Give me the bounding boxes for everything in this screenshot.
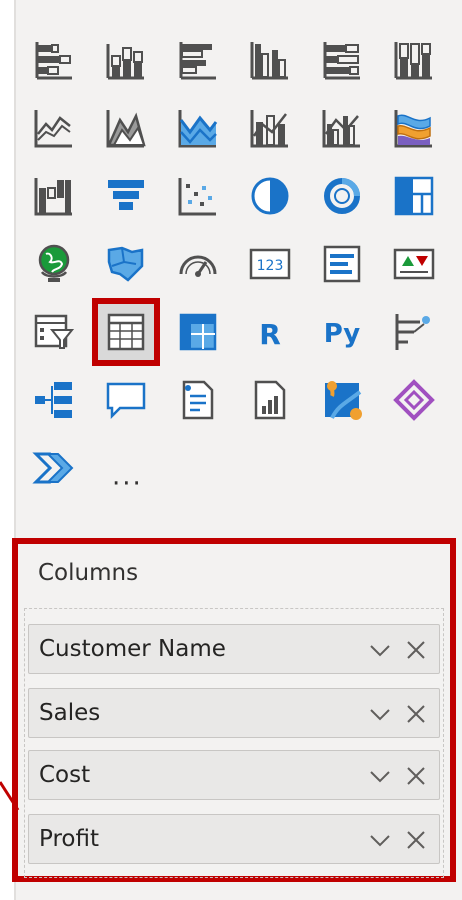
donut-chart-icon (324, 178, 360, 214)
filled-map-button[interactable] (98, 236, 154, 292)
paginated-report-icon (254, 380, 286, 420)
ribbon-chart-icon (394, 110, 432, 148)
matrix-button[interactable] (170, 304, 226, 360)
treemap-button[interactable] (386, 168, 442, 224)
more-visuals-button[interactable]: ··· (112, 471, 143, 497)
line-and-clustered-column-chart-icon (322, 110, 360, 148)
close-icon[interactable] (403, 763, 429, 789)
slicer-icon (34, 314, 75, 349)
python-visual-button[interactable]: Py (314, 304, 370, 360)
chevron-down-icon[interactable] (367, 701, 393, 727)
stacked-column-chart-button[interactable] (98, 32, 154, 88)
key-influencers-button[interactable] (386, 304, 442, 360)
close-icon[interactable] (403, 701, 429, 727)
decomposition-tree-button[interactable] (26, 372, 82, 428)
chevron-down-icon[interactable] (367, 763, 393, 789)
gauge-icon (179, 255, 217, 277)
clustered-bar-chart-button[interactable] (170, 32, 226, 88)
columns-well-title: Columns (38, 560, 139, 586)
pie-chart-icon (251, 177, 289, 215)
line-and-stacked-column-chart-icon (250, 110, 288, 148)
field-pill-sales[interactable]: Sales (28, 688, 440, 738)
funnel-chart-button[interactable] (98, 168, 154, 224)
card-icon: 123 (249, 248, 291, 280)
map-button[interactable] (26, 236, 82, 292)
map-icon (38, 244, 70, 282)
field-pill-profit[interactable]: Profit (28, 814, 440, 864)
power-apps-button[interactable] (386, 372, 442, 428)
visualizations-gallery: 123 R Py ··· (18, 24, 450, 504)
qa-button[interactable] (98, 372, 154, 428)
100-stacked-bar-chart-icon (323, 42, 360, 80)
waterfall-chart-button[interactable] (26, 168, 82, 224)
card-icon-label: 123 (257, 258, 284, 274)
azure-map-button[interactable] (314, 372, 370, 428)
py-visual-label: Py (324, 319, 361, 349)
100-stacked-column-chart-icon (394, 42, 432, 80)
treemap-icon (394, 176, 434, 216)
100-stacked-column-chart-button[interactable] (386, 32, 442, 88)
table-icon (107, 313, 145, 351)
qa-icon (106, 382, 146, 420)
kpi-icon (393, 248, 435, 280)
smart-narrative-icon (182, 380, 214, 420)
ribbon-chart-button[interactable] (386, 100, 442, 156)
matrix-icon (179, 313, 217, 351)
key-influencers-icon (395, 314, 430, 350)
stacked-area-chart-icon (178, 110, 218, 148)
power-apps-icon (393, 379, 435, 421)
filled-map-icon (107, 246, 144, 282)
r-script-visual-button[interactable]: R (242, 304, 298, 360)
slicer-button[interactable] (26, 304, 82, 360)
chevron-down-icon[interactable] (367, 827, 393, 853)
close-icon[interactable] (403, 637, 429, 663)
field-label: Cost (39, 762, 91, 788)
power-automate-button[interactable] (26, 440, 82, 496)
stacked-bar-chart-icon (35, 42, 72, 80)
100-stacked-bar-chart-button[interactable] (314, 32, 370, 88)
line-and-clustered-column-chart-button[interactable] (314, 100, 370, 156)
field-pill-cost[interactable]: Cost (28, 750, 440, 800)
clustered-column-chart-icon (250, 42, 288, 80)
donut-chart-button[interactable] (314, 168, 370, 224)
field-label: Profit (39, 826, 99, 852)
field-label: Customer Name (39, 636, 226, 662)
area-chart-button[interactable] (98, 100, 154, 156)
python-visual-icon: Py (324, 319, 361, 349)
waterfall-chart-icon (34, 178, 72, 216)
r-script-visual-icon: R (259, 318, 281, 351)
stacked-area-chart-button[interactable] (170, 100, 226, 156)
multi-row-card-icon (323, 245, 361, 283)
area-chart-icon (106, 110, 146, 148)
smart-narrative-button[interactable] (170, 372, 226, 428)
chevron-down-icon[interactable] (367, 637, 393, 663)
field-pill-customer-name[interactable]: Customer Name (28, 624, 440, 674)
stacked-column-chart-icon (106, 44, 144, 80)
stacked-bar-chart-button[interactable] (26, 32, 82, 88)
azure-map-icon (325, 381, 362, 420)
kpi-button[interactable] (386, 236, 442, 292)
paginated-report-button[interactable] (242, 372, 298, 428)
clustered-column-chart-button[interactable] (242, 32, 298, 88)
line-and-stacked-column-chart-button[interactable] (242, 100, 298, 156)
card-button[interactable]: 123 (242, 236, 298, 292)
funnel-chart-icon (108, 180, 144, 210)
table-button[interactable] (92, 298, 160, 366)
multi-row-card-button[interactable] (314, 236, 370, 292)
line-chart-icon (34, 110, 72, 148)
pie-chart-button[interactable] (242, 168, 298, 224)
r-visual-label: R (259, 318, 281, 351)
gauge-button[interactable] (170, 236, 226, 292)
scatter-chart-icon (178, 178, 216, 216)
power-automate-icon (32, 452, 74, 484)
decomposition-tree-icon (35, 382, 72, 418)
line-chart-button[interactable] (26, 100, 82, 156)
scatter-chart-button[interactable] (170, 168, 226, 224)
close-icon[interactable] (403, 827, 429, 853)
clustered-bar-chart-icon (179, 42, 216, 80)
field-label: Sales (39, 700, 101, 726)
